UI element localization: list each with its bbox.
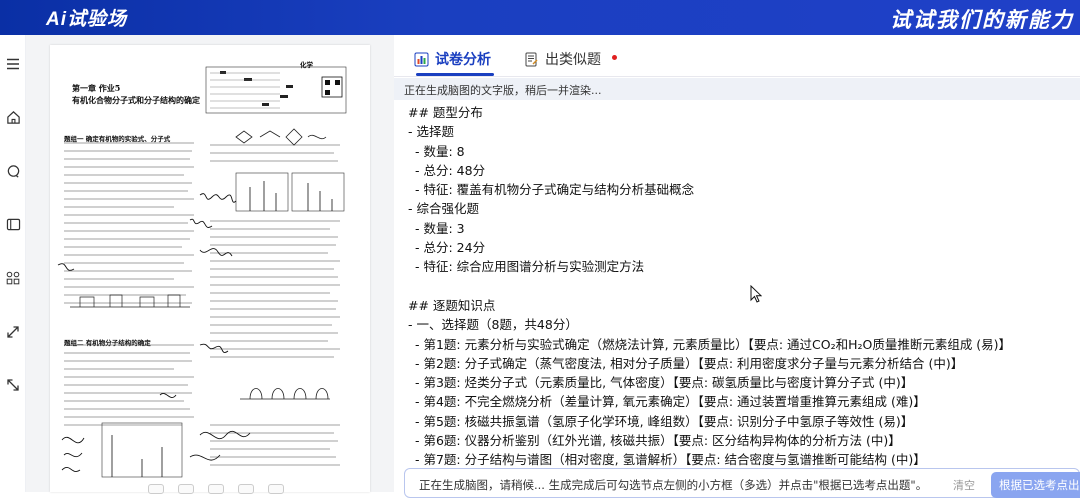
clear-button[interactable]: 清空 (953, 477, 975, 493)
expand-icon[interactable] (4, 323, 22, 341)
generate-from-selected-button[interactable]: 根据已选考点出题 (991, 472, 1080, 498)
analysis-panel: 试卷分析 出类似题 正在生成脑图的文字版，稍后一并渲染... ## 题型分布 -… (394, 35, 1080, 498)
content-line: - 总分: 48分 (415, 162, 486, 178)
content-line: - 第7题: 分子结构与谱图（相对密度, 氢谱解析）【要点: 结合密度与氢谱推断… (415, 452, 926, 468)
fullscreen-button[interactable] (238, 484, 254, 494)
bar-chart-icon (414, 52, 429, 66)
prompt-input-text[interactable]: 正在生成脑图，请稍候... 生成完成后可勾选节点左侧的小方框（多选）并点击"根据… (419, 477, 927, 493)
next-page-button[interactable] (268, 484, 284, 494)
content-line: - 一、选择题（8题，共48分） (408, 317, 578, 333)
content-line: - 第5题: 核磁共振氢谱（氢原子化学环境, 峰组数）【要点: 识别分子中氢原子… (415, 413, 914, 429)
active-tab-indicator (416, 73, 494, 76)
content-line: - 第6题: 仪器分析鉴别（红外光谱, 核磁共振）【要点: 区分结构异构体的分析… (415, 433, 901, 449)
tab-exam-analysis-label: 试卷分析 (435, 52, 491, 68)
header-slogan: 试试我们的新能力 (890, 8, 1074, 32)
home-icon[interactable] (4, 108, 22, 126)
content-line: - 特征: 综合应用图谱分析与实验测定方法 (415, 259, 645, 275)
tab-similar-questions-label: 出类似题 (545, 52, 601, 68)
content-line: - 数量: 3 (415, 220, 465, 236)
apps-icon[interactable] (4, 269, 22, 287)
collapse-icon[interactable] (4, 376, 22, 394)
paper-page-toolbar (106, 483, 326, 495)
content-line: - 总分: 24分 (415, 240, 486, 256)
exam-paper-image: 第一章 作业5 有机化合物分子式和分子结构的确定 化学 题组一 确定有机物的实验… (50, 45, 370, 492)
zoom-out-button[interactable] (178, 484, 194, 494)
analysis-content: ## 题型分布 - 选择题 - 数量: 8 - 总分: 48分 - 特征: 覆盖… (408, 103, 1078, 473)
menu-icon[interactable] (4, 55, 22, 73)
paper-handwriting-illustration (57, 66, 347, 478)
left-icon-rail (0, 35, 26, 492)
mouse-cursor-icon (750, 285, 762, 303)
content-line: - 第1题: 元素分析与实验式确定（燃烧法计算, 元素质量比）【要点: 通过CO… (415, 336, 1012, 352)
prev-page-button[interactable] (148, 484, 164, 494)
tab-similar-questions[interactable]: 出类似题 (524, 49, 601, 69)
document-preview-panel[interactable]: 第一章 作业5 有机化合物分子式和分子结构的确定 化学 题组一 确定有机物的实验… (26, 35, 394, 495)
zoom-in-button[interactable] (208, 484, 224, 494)
content-line: - 综合强化题 (408, 201, 479, 217)
content-line: ## 逐题知识点 (408, 297, 496, 313)
content-line: ## 题型分布 (408, 105, 483, 120)
content-line: - 特征: 覆盖有机物分子式确定与结构分析基础概念 (415, 182, 695, 198)
tab-exam-analysis[interactable]: 试卷分析 (414, 49, 491, 69)
tab-bar: 试卷分析 出类似题 (394, 35, 1080, 77)
content-line: - 第3题: 烃类分子式（元素质量比, 气体密度）【要点: 碳氢质量比与密度计算… (415, 375, 914, 391)
prompt-input-bar[interactable]: 正在生成脑图，请稍候... 生成完成后可勾选节点左侧的小方框（多选）并点击"根据… (404, 468, 1080, 498)
status-message: 正在生成脑图的文字版，稍后一并渲染... (394, 78, 1080, 100)
book-icon[interactable] (4, 215, 22, 233)
content-line: - 第4题: 不完全燃烧分析（差量计算, 氧元素确定）【要点: 通过装置增重推算… (415, 394, 926, 410)
notification-dot (612, 55, 617, 60)
top-header: Ai试验场 试试我们的新能力 (0, 0, 1080, 35)
chat-icon[interactable] (4, 162, 22, 180)
content-line: - 数量: 8 (415, 143, 465, 159)
app-logo[interactable]: Ai试验场 (46, 4, 127, 31)
document-edit-icon (525, 52, 538, 66)
content-line: - 第2题: 分子式确定（蒸气密度法, 相对分子质量）【要点: 利用密度求分子量… (415, 355, 964, 371)
content-line: - 选择题 (408, 124, 454, 140)
